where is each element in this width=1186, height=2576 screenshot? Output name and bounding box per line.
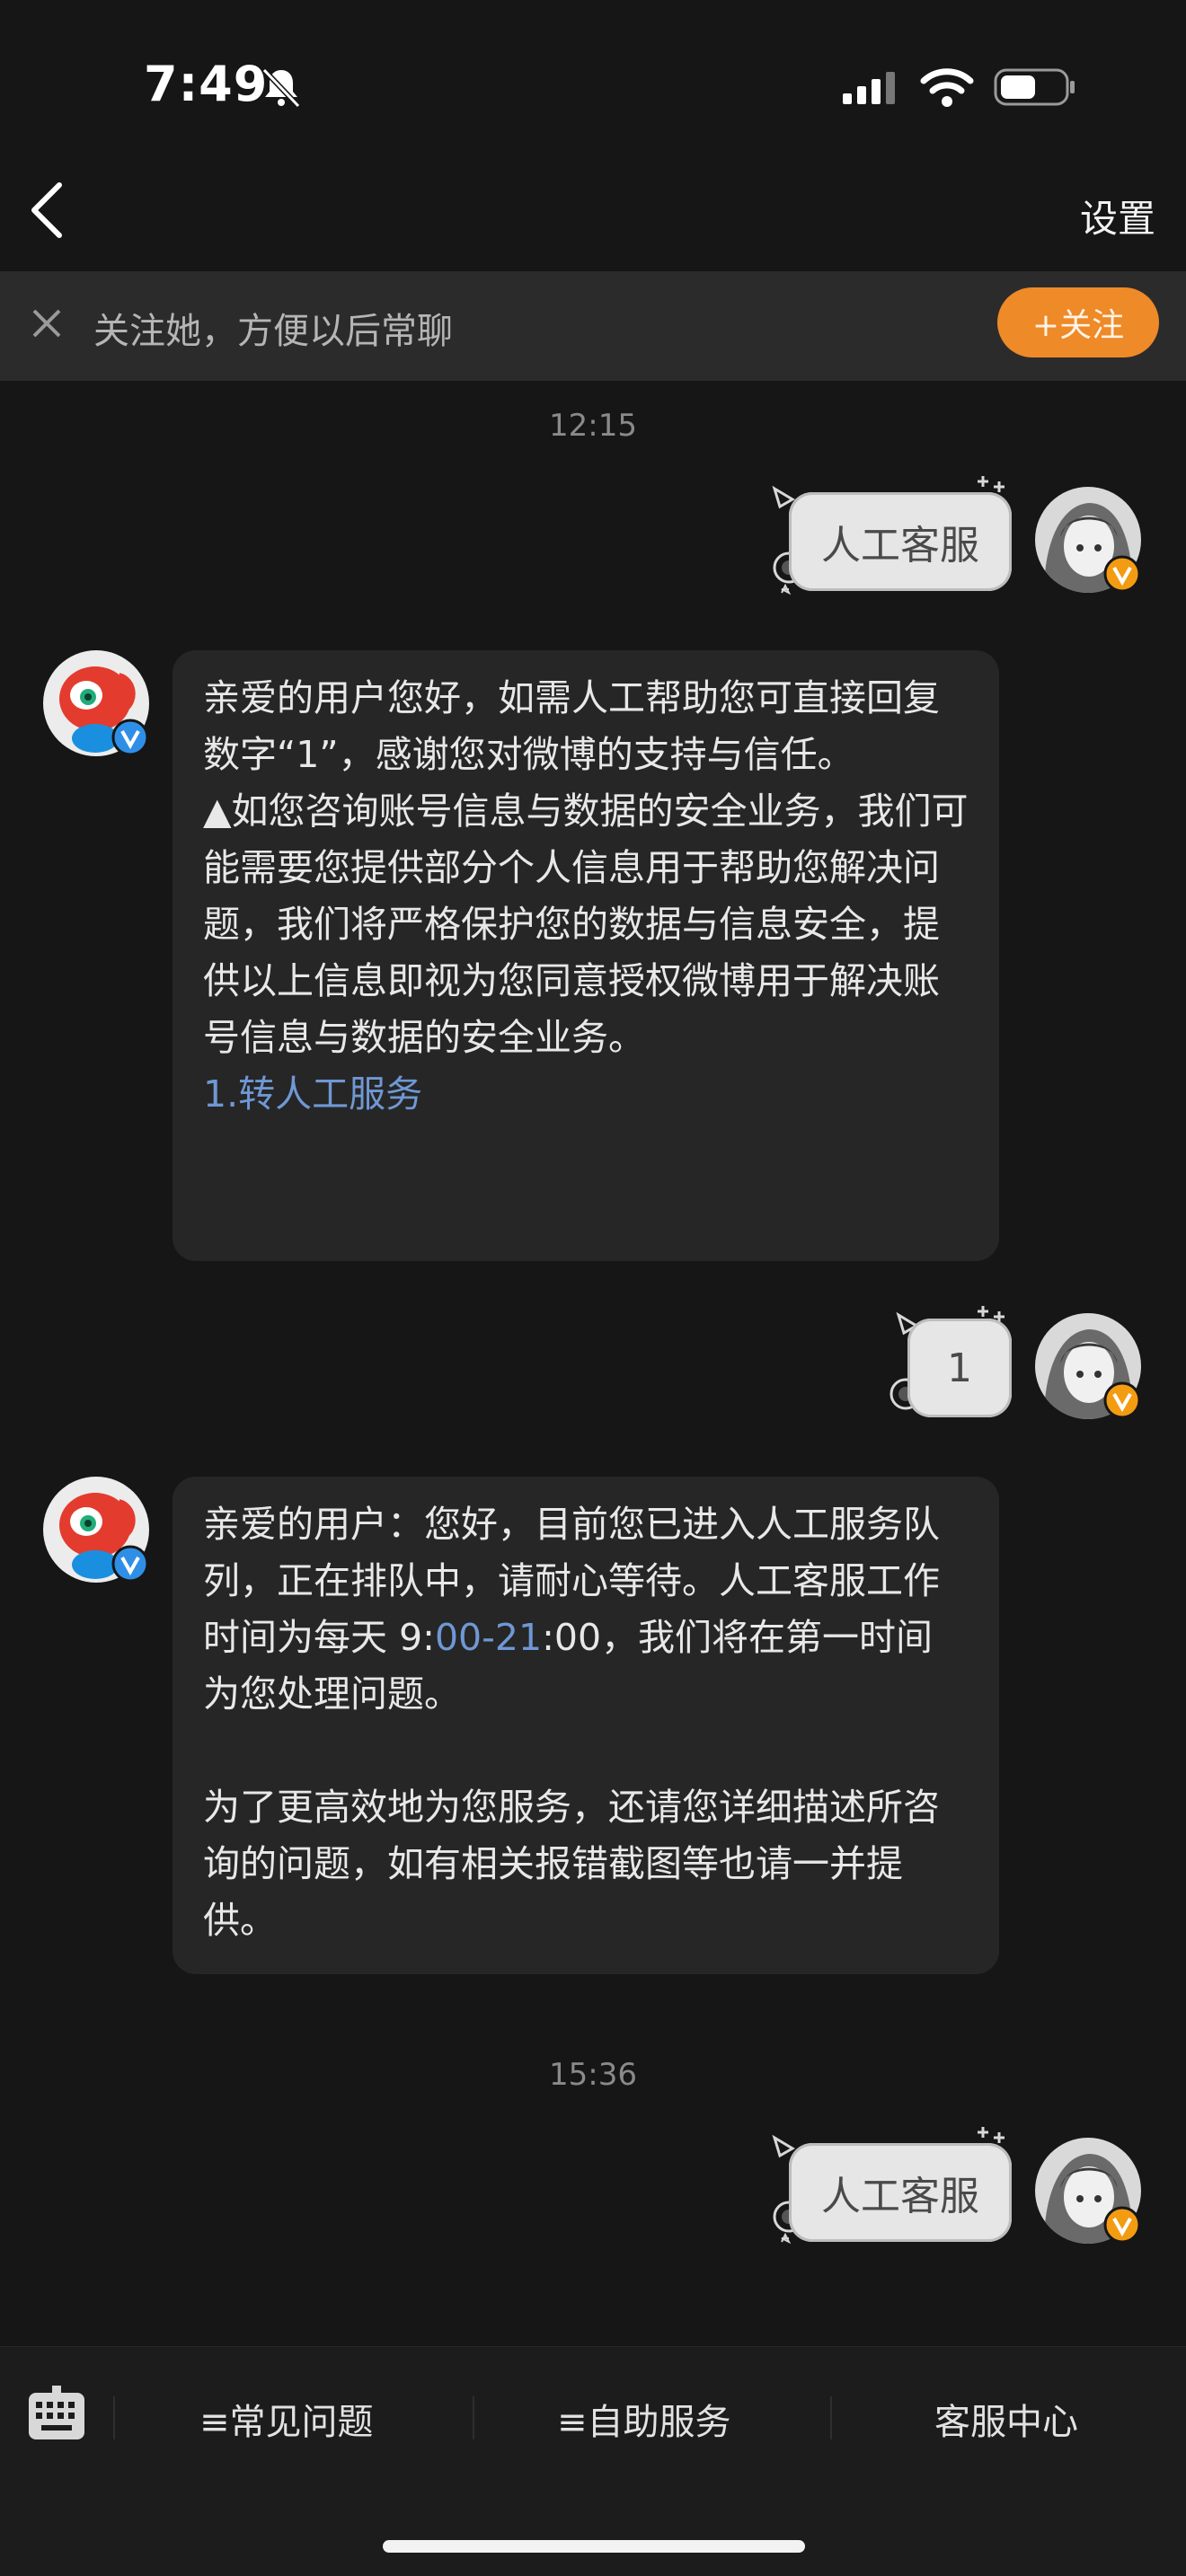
wifi-icon — [920, 68, 974, 107]
message-text: 亲爱的用户您好，如需人工帮助您可直接回复数字“1”，感谢您对微博的支持与信任。 — [203, 676, 940, 776]
agent-message: 亲爱的用户您好，如需人工帮助您可直接回复数字“1”，感谢您对微博的支持与信任。 … — [173, 650, 999, 1261]
banner-text: 关注她，方便以后常聊 — [93, 311, 453, 352]
verified-badge-icon — [1103, 1381, 1141, 1419]
divider — [473, 2396, 474, 2439]
timestamp: 12:15 — [549, 408, 637, 444]
user-message: 人工客服 — [789, 2143, 1012, 2242]
divider — [830, 2396, 832, 2439]
verified-badge-icon — [111, 719, 149, 756]
verified-badge-icon — [111, 1545, 149, 1583]
battery-icon — [994, 68, 1075, 106]
settings-button[interactable]: 设置 — [1080, 189, 1155, 243]
signal-icon — [843, 72, 895, 104]
message-text: ▲如您咨询账号信息与数据的安全业务，我们可能需要您提供部分个人信息用于帮助您解决… — [203, 790, 969, 1059]
self-service-menu[interactable]: ≡自助服务 — [557, 2393, 731, 2445]
bell-slash-icon — [261, 67, 301, 109]
home-indicator[interactable] — [383, 2540, 805, 2553]
message-text: 为了更高效地为您服务，还请您详细描述所咨询的问题，如有相关报错截图等也请一并提供… — [203, 1786, 940, 1942]
user-message: 1 — [907, 1319, 1012, 1417]
close-icon[interactable] — [27, 304, 66, 343]
message-text: 亲爱的用户：您好，目前您已进入人工服务队列，正在排队中，请耐心等待。人工客服工作… — [203, 1503, 940, 1716]
divider — [113, 2396, 115, 2439]
timestamp: 15:36 — [549, 2057, 637, 2093]
user-message: 人工客服 — [789, 492, 1012, 591]
faq-menu[interactable]: ≡常见问题 — [199, 2393, 374, 2445]
back-icon[interactable] — [27, 181, 66, 239]
service-hours-highlight: 00-21 — [434, 1616, 543, 1659]
transfer-link[interactable]: 1.转人工服务 — [203, 1066, 969, 1123]
follow-button[interactable]: +关注 — [997, 287, 1159, 357]
keyboard-icon[interactable] — [27, 2384, 86, 2443]
status-time: 7:49 — [144, 56, 269, 112]
agent-message: 亲爱的用户：您好，目前您已进入人工服务队列，正在排队中，请耐心等待。人工客服工作… — [173, 1477, 999, 1974]
verified-badge-icon — [1103, 555, 1141, 593]
service-center-menu[interactable]: 客服中心 — [934, 2393, 1078, 2445]
verified-badge-icon — [1103, 2206, 1141, 2244]
